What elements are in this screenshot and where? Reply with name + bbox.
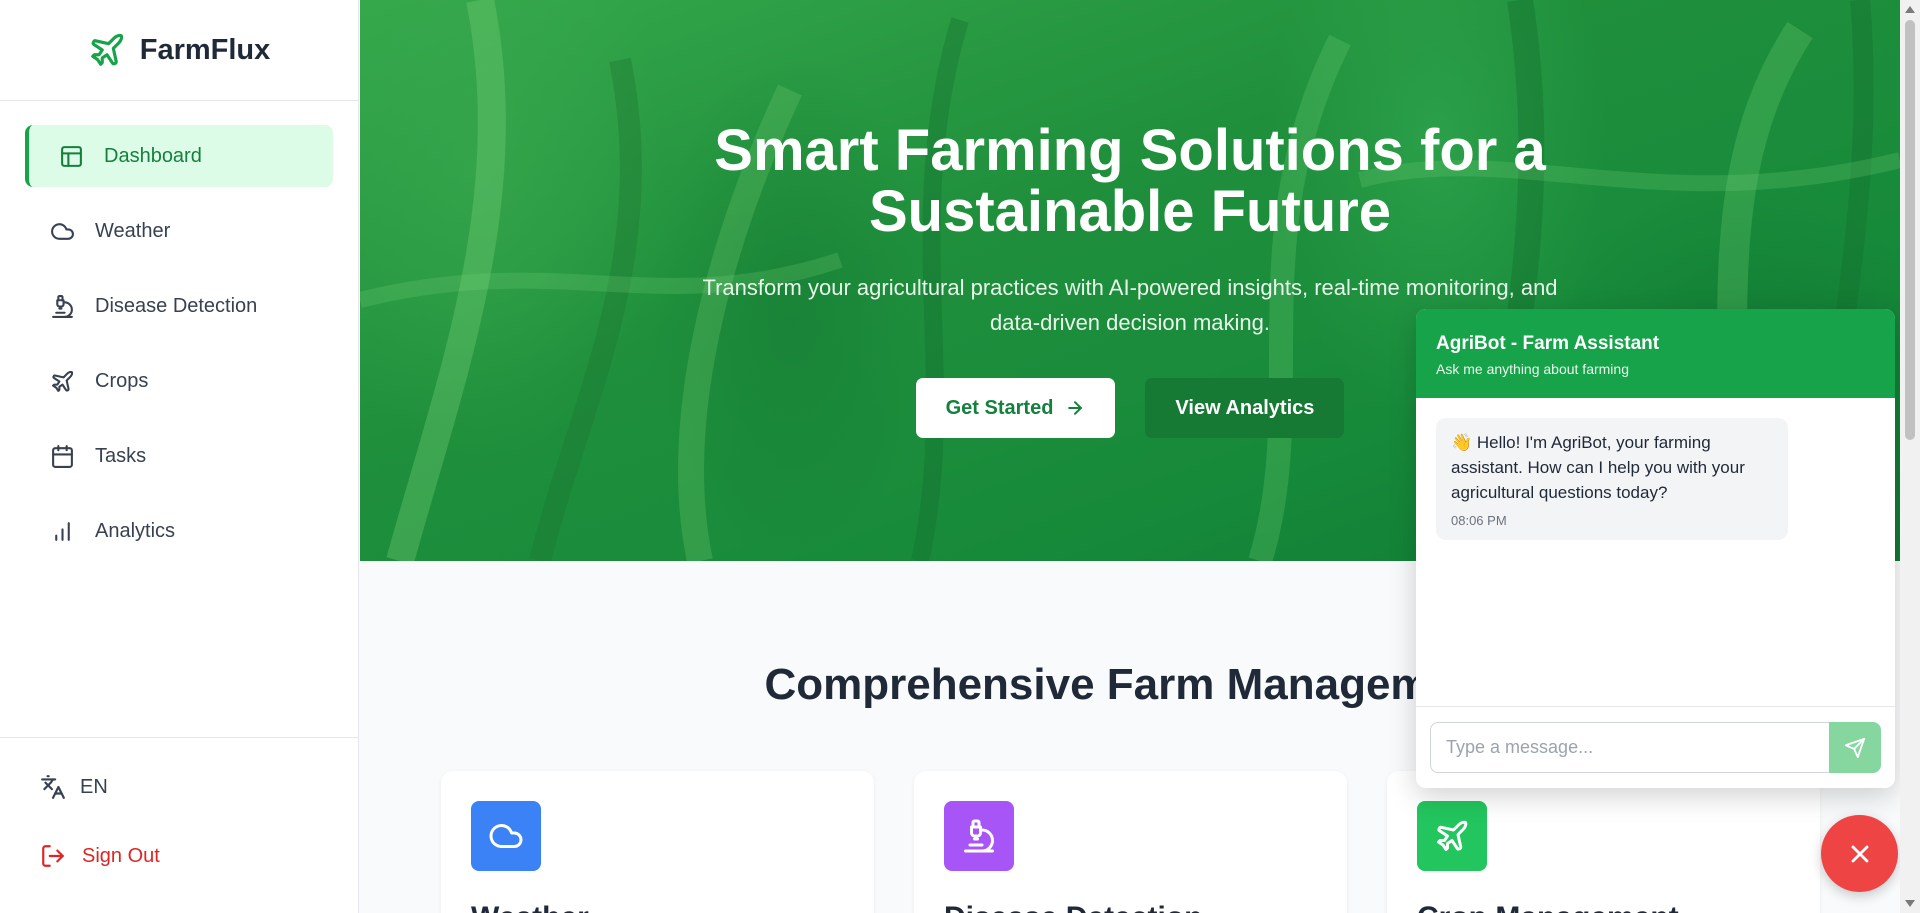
scroll-up-arrow[interactable]	[1905, 6, 1915, 13]
card-icon-box	[1417, 801, 1487, 871]
sidebar: FarmFlux Dashboard Weather Disease Detec…	[0, 0, 359, 913]
microscope-icon	[964, 819, 994, 853]
send-icon	[1844, 737, 1866, 758]
plane-icon	[1437, 820, 1468, 851]
sidebar-footer: EN Sign Out	[0, 737, 358, 905]
sidebar-item-tasks[interactable]: Tasks	[25, 425, 333, 487]
layout-icon	[61, 145, 82, 167]
sidebar-item-crops[interactable]: Crops	[25, 350, 333, 412]
card-title: Crop Management	[1417, 901, 1679, 913]
sidebar-item-dashboard[interactable]: Dashboard	[25, 125, 333, 187]
plane-icon	[90, 33, 123, 66]
chat-input-bar	[1416, 706, 1895, 788]
calendar-icon	[52, 444, 73, 468]
send-button[interactable]	[1829, 722, 1881, 773]
brand[interactable]: FarmFlux	[0, 0, 358, 101]
close-chat-button[interactable]	[1821, 815, 1898, 892]
bar-chart-icon	[55, 521, 70, 541]
feature-card-disease-detection[interactable]: Disease Detection	[914, 771, 1347, 913]
chat-title: AgriBot - Farm Assistant	[1436, 333, 1660, 354]
chat-header: AgriBot - Farm Assistant Ask me anything…	[1416, 309, 1895, 398]
get-started-button[interactable]: Get Started	[915, 378, 1116, 438]
chat-widget: AgriBot - Farm Assistant Ask me anything…	[1416, 309, 1895, 788]
scroll-down-arrow[interactable]	[1905, 900, 1915, 907]
sidebar-item-weather[interactable]: Weather	[25, 200, 333, 262]
cloud-icon	[489, 824, 523, 848]
chat-messages: 👋 Hello! I'm AgriBot, your farming assis…	[1416, 398, 1895, 706]
language-label: EN	[80, 775, 108, 798]
card-title: Weather	[471, 901, 589, 913]
hero-title: Smart Farming Solutions for a Sustainabl…	[714, 118, 1546, 244]
sidebar-item-label: Weather	[95, 219, 171, 242]
sidebar-item-label: Dashboard	[104, 144, 202, 167]
sidebar-item-label: Disease Detection	[95, 294, 258, 317]
card-title: Disease Detection	[944, 901, 1202, 913]
plane-icon	[52, 370, 74, 392]
log-out-icon	[42, 845, 64, 867]
bot-message: 👋 Hello! I'm AgriBot, your farming assis…	[1436, 418, 1788, 540]
message-time: 08:06 PM	[1451, 513, 1507, 528]
feature-card-weather[interactable]: Weather	[441, 771, 874, 913]
get-started-label: Get Started	[945, 396, 1054, 419]
microscope-icon	[52, 294, 73, 318]
page-scrollbar[interactable]	[1900, 0, 1920, 913]
card-icon-box	[471, 801, 541, 871]
chat-subtitle: Ask me anything about farming	[1436, 361, 1629, 377]
sidebar-item-label: Analytics	[95, 519, 176, 542]
scroll-thumb[interactable]	[1905, 20, 1915, 440]
close-icon	[1851, 845, 1868, 862]
brand-name: FarmFlux	[139, 33, 271, 66]
sidebar-item-disease-detection[interactable]: Disease Detection	[25, 275, 333, 337]
view-analytics-button[interactable]: View Analytics	[1145, 378, 1345, 438]
chat-message-input[interactable]	[1430, 722, 1829, 773]
sidebar-item-analytics[interactable]: Analytics	[25, 500, 333, 562]
sidebar-item-label: Crops	[95, 369, 149, 392]
cloud-icon	[51, 222, 74, 240]
message-text: 👋 Hello! I'm AgriBot, your farming assis…	[1451, 433, 1745, 502]
card-icon-box	[944, 801, 1014, 871]
sidebar-nav: Dashboard Weather Disease Detection Crop…	[0, 101, 358, 599]
language-switcher[interactable]: EN	[40, 774, 318, 800]
sign-out-button[interactable]: Sign Out	[40, 843, 318, 869]
feature-card-crop-management[interactable]: Crop Management	[1387, 771, 1820, 913]
sign-out-label: Sign Out	[82, 844, 160, 867]
sidebar-item-label: Tasks	[95, 444, 147, 467]
arrow-right-icon	[1068, 401, 1083, 415]
translate-icon	[41, 775, 65, 799]
